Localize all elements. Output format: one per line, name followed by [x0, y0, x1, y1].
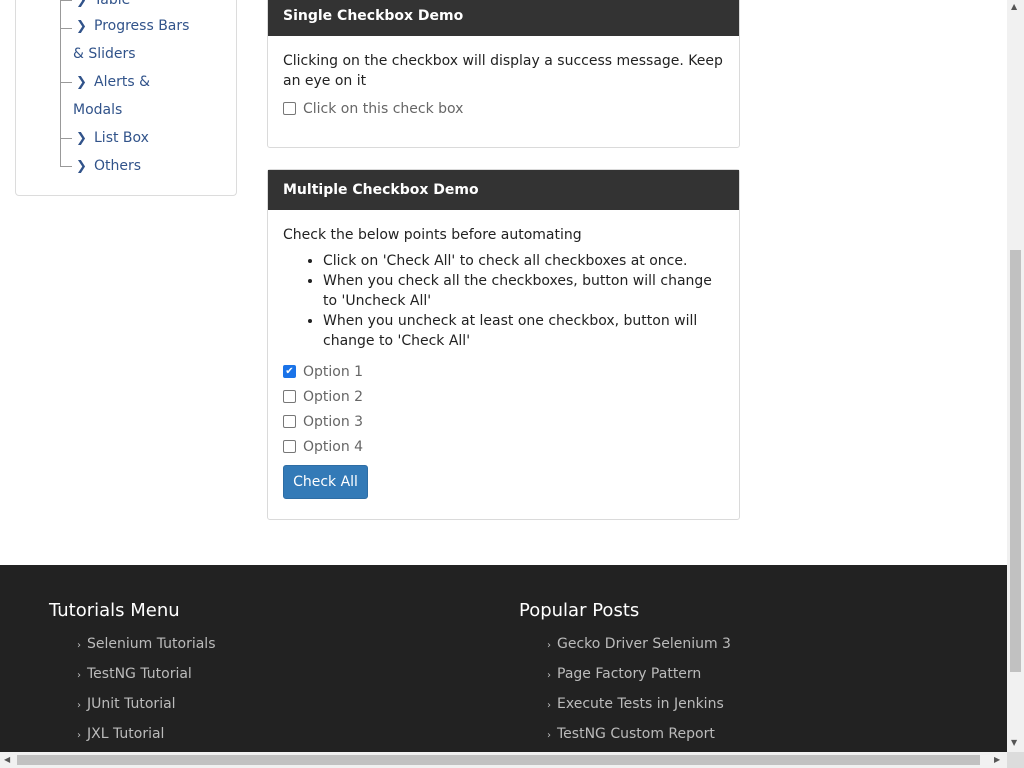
- scroll-down-icon[interactable]: ▼: [1011, 738, 1017, 747]
- tree-branch: [60, 0, 72, 1]
- footer-link[interactable]: › TestNG Custom Report: [547, 719, 731, 749]
- chevron-right-icon: ›: [547, 700, 551, 711]
- vertical-scrollbar[interactable]: ▲ ▼: [1007, 0, 1024, 752]
- footer: Tutorials Menu › Selenium Tutorials › Test…: [0, 565, 1007, 752]
- chevron-right-icon: ›: [547, 640, 551, 651]
- chevron-right-icon: ›: [77, 640, 81, 651]
- footer-link[interactable]: › JUnit Tutorial: [77, 689, 216, 719]
- check-all-button[interactable]: Check All: [283, 465, 368, 499]
- option-row-4[interactable]: Option 4: [283, 434, 724, 459]
- footer-link[interactable]: › Page Factory Pattern: [547, 659, 731, 689]
- option-1-checkbox[interactable]: ✔: [283, 365, 296, 378]
- option-label[interactable]: Option 1: [303, 364, 363, 380]
- option-row-3[interactable]: Option 3: [283, 409, 724, 434]
- sidebar-item-alerts-cont[interactable]: Modals: [73, 96, 122, 124]
- panel-title: Single Checkbox Demo: [268, 0, 739, 36]
- option-label[interactable]: Option 3: [303, 414, 363, 430]
- panel-title: Multiple Checkbox Demo: [268, 170, 739, 210]
- chevron-right-icon: ›: [547, 730, 551, 741]
- sidebar-item-list-box[interactable]: ❯ List Box: [76, 124, 149, 153]
- scroll-up-icon[interactable]: ▲: [1011, 2, 1017, 11]
- footer-tutorials-title: Tutorials Menu: [49, 600, 180, 621]
- option-row-2[interactable]: Option 2: [283, 384, 724, 409]
- sidebar-item-others[interactable]: ❯ Others: [76, 152, 141, 181]
- footer-link[interactable]: › TestNG Tutorial: [77, 659, 216, 689]
- chevron-right-icon: ❯: [76, 19, 87, 34]
- single-checkbox-row[interactable]: Click on this check box: [283, 96, 724, 121]
- multiple-checkbox-panel: Multiple Checkbox Demo Check the below p…: [267, 169, 740, 520]
- scroll-left-icon[interactable]: ◀: [4, 755, 10, 764]
- panel-body: Clicking on the checkbox will display a …: [268, 36, 739, 121]
- chevron-right-icon: ›: [77, 670, 81, 681]
- footer-posts-list: › Gecko Driver Selenium 3 › Page Factory P…: [547, 629, 731, 749]
- horizontal-scrollbar[interactable]: ◀ ▶: [0, 752, 1007, 768]
- option-2-checkbox[interactable]: [283, 390, 296, 403]
- list-item: When you check all the checkboxes, butto…: [323, 271, 724, 311]
- scrollbar-corner: [1007, 752, 1024, 768]
- list-item: Click on 'Check All' to check all checkb…: [323, 251, 724, 271]
- footer-tutorials-list: › Selenium Tutorials › TestNG Tutorial › JU…: [77, 629, 216, 749]
- footer-link[interactable]: › Gecko Driver Selenium 3: [547, 629, 731, 659]
- list-item: When you uncheck at least one checkbox, …: [323, 311, 724, 351]
- sidebar-item-progress-bars[interactable]: ❯ Progress Bars: [76, 12, 189, 41]
- vertical-scroll-thumb[interactable]: [1010, 250, 1021, 672]
- chevron-right-icon: ›: [77, 700, 81, 711]
- sidebar-item-progress-bars-cont[interactable]: & Sliders: [73, 40, 136, 68]
- option-3-checkbox[interactable]: [283, 415, 296, 428]
- tree-line: [60, 0, 61, 166]
- chevron-right-icon: ❯: [76, 75, 87, 90]
- footer-link[interactable]: › Selenium Tutorials: [77, 629, 216, 659]
- option-4-checkbox[interactable]: [283, 440, 296, 453]
- tree-branch: [60, 82, 72, 83]
- sidebar-nav: ❯ Table ❯ Progress Bars & Sliders ❯ Alerts …: [15, 0, 237, 196]
- instruction-list: Click on 'Check All' to check all checkb…: [283, 251, 724, 351]
- tree-branch: [60, 166, 72, 167]
- check-icon: ✔: [285, 366, 294, 377]
- single-checkbox[interactable]: [283, 102, 296, 115]
- option-row-1[interactable]: ✔ Option 1: [283, 359, 724, 384]
- chevron-right-icon: ❯: [76, 159, 87, 174]
- tree-branch: [60, 28, 72, 29]
- footer-posts-title: Popular Posts: [519, 600, 640, 621]
- chevron-right-icon: ›: [77, 730, 81, 741]
- option-label[interactable]: Option 4: [303, 439, 363, 455]
- footer-link[interactable]: › Execute Tests in Jenkins: [547, 689, 731, 719]
- tree-branch: [60, 138, 72, 139]
- single-checkbox-label[interactable]: Click on this check box: [303, 101, 463, 117]
- horizontal-scroll-thumb[interactable]: [17, 755, 980, 765]
- option-label[interactable]: Option 2: [303, 389, 363, 405]
- scroll-right-icon[interactable]: ▶: [994, 755, 1000, 764]
- options-group: ✔ Option 1 Option 2 Option 3 Option 4: [283, 359, 724, 459]
- panel-intro: Check the below points before automating: [283, 227, 582, 243]
- panel-description: Clicking on the checkbox will display a …: [283, 53, 723, 89]
- chevron-right-icon: ›: [547, 670, 551, 681]
- sidebar-item-alerts[interactable]: ❯ Alerts &: [76, 68, 150, 97]
- footer-link[interactable]: › JXL Tutorial: [77, 719, 216, 749]
- single-checkbox-panel: Single Checkbox Demo Clicking on the che…: [267, 0, 740, 148]
- panel-body: Check the below points before automating…: [268, 210, 739, 499]
- chevron-right-icon: ❯: [76, 131, 87, 146]
